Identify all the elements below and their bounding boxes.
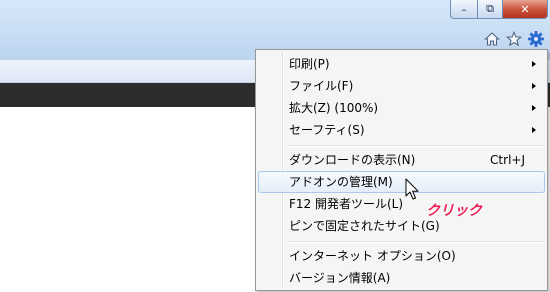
menu-item-label: 拡大(Z) (100%)	[289, 101, 379, 115]
command-icons	[483, 30, 545, 48]
tools-gear-icon[interactable]	[527, 30, 545, 48]
home-icon[interactable]	[483, 30, 501, 48]
menu-item-internet-options[interactable]: インターネット オプション(O)	[258, 245, 545, 267]
menu-item-manage-addons[interactable]: アドオンの管理(M)	[258, 171, 545, 193]
window-controls: – ⧉ ✕	[450, 0, 548, 19]
menu-item-file[interactable]: ファイル(F)	[258, 75, 545, 97]
menu-item-label: バージョン情報(A)	[289, 271, 391, 285]
menu-item-label: ピンで固定されたサイト(G)	[289, 219, 440, 233]
menu-item-about[interactable]: バージョン情報(A)	[258, 267, 545, 289]
menu-item-print[interactable]: 印刷(P)	[258, 53, 545, 75]
menu-item-label: アドオンの管理(M)	[289, 175, 393, 189]
tools-menu: 印刷(P) ファイル(F) 拡大(Z) (100%) セーフティ(S) ダウンロ…	[255, 49, 548, 291]
menu-separator	[286, 145, 543, 147]
menu-item-view-downloads[interactable]: ダウンロードの表示(N) Ctrl+J	[258, 149, 545, 171]
mouse-pointer-icon	[405, 178, 419, 200]
menu-item-label: F12 開発者ツール(L)	[289, 197, 404, 211]
menu-item-label: ダウンロードの表示(N)	[289, 153, 416, 167]
menu-item-f12-developer-tools[interactable]: F12 開発者ツール(L)	[258, 193, 545, 215]
menu-item-pinned-sites[interactable]: ピンで固定されたサイト(G)	[258, 215, 545, 237]
menu-item-safety[interactable]: セーフティ(S)	[258, 119, 545, 141]
menu-separator	[286, 241, 543, 243]
close-button[interactable]: ✕	[503, 0, 548, 19]
maximize-button[interactable]: ⧉	[478, 0, 503, 19]
menu-item-shortcut: Ctrl+J	[490, 153, 525, 167]
menu-item-label: インターネット オプション(O)	[289, 249, 456, 263]
menu-item-label: セーフティ(S)	[289, 123, 365, 137]
menu-item-label: 印刷(P)	[289, 57, 330, 71]
submenu-arrow-icon	[532, 61, 536, 67]
submenu-arrow-icon	[532, 127, 536, 133]
click-annotation: クリック	[426, 203, 482, 219]
favorites-star-icon[interactable]	[505, 30, 523, 48]
submenu-arrow-icon	[532, 83, 536, 89]
submenu-arrow-icon	[532, 105, 536, 111]
menu-item-zoom[interactable]: 拡大(Z) (100%)	[258, 97, 545, 119]
minimize-button[interactable]: –	[450, 0, 478, 19]
menu-item-label: ファイル(F)	[289, 79, 354, 93]
